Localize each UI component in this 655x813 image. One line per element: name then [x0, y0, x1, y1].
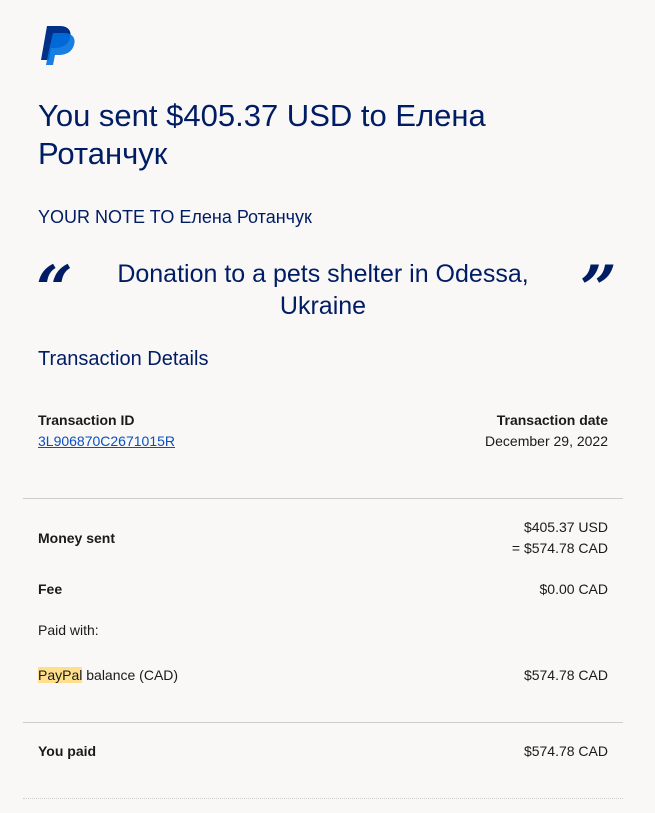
paid-with-label: Paid with: [38, 622, 99, 638]
email-receipt: You sent $405.37 USD to Елена Ротанчук Y… [0, 0, 655, 813]
funding-amount: $574.78 CAD [523, 667, 608, 683]
transaction-id-label: Transaction ID [38, 412, 135, 428]
transaction-date-value: December 29, 2022 [485, 433, 608, 449]
fee-label: Fee [38, 581, 63, 597]
money-sent-label: Money sent [38, 530, 116, 546]
headline: You sent $405.37 USD to Елена Ротанчук [38, 98, 486, 171]
you-paid-value: $574.78 CAD [523, 743, 608, 759]
you-paid-label: You paid [38, 743, 97, 759]
paypal-logo-icon [41, 26, 75, 65]
money-sent-usd: $405.37 USD [523, 519, 608, 535]
money-sent-cad: = $574.78 CAD [511, 540, 608, 556]
note-label: YOUR NOTE TO Елена Ротанчук [38, 207, 312, 227]
divider-dotted [23, 798, 623, 799]
funding-source-rest: balance (CAD) [82, 667, 179, 683]
note-text: Donation to a pets shelter in Odessa, Uk… [117, 260, 529, 320]
fee-value: $0.00 CAD [539, 581, 608, 597]
transaction-details-title: Transaction Details [38, 348, 209, 370]
divider [23, 498, 623, 499]
transaction-id-link[interactable]: 3L906870C2671015R [38, 433, 175, 449]
funding-source: PayPal balance (CAD) [38, 667, 178, 683]
divider [23, 722, 623, 723]
open-quote-icon: “ [36, 252, 73, 327]
funding-source-highlight: PayPal [38, 667, 83, 683]
transaction-date-label: Transaction date [496, 412, 608, 428]
close-quote-icon: ” [580, 252, 617, 327]
